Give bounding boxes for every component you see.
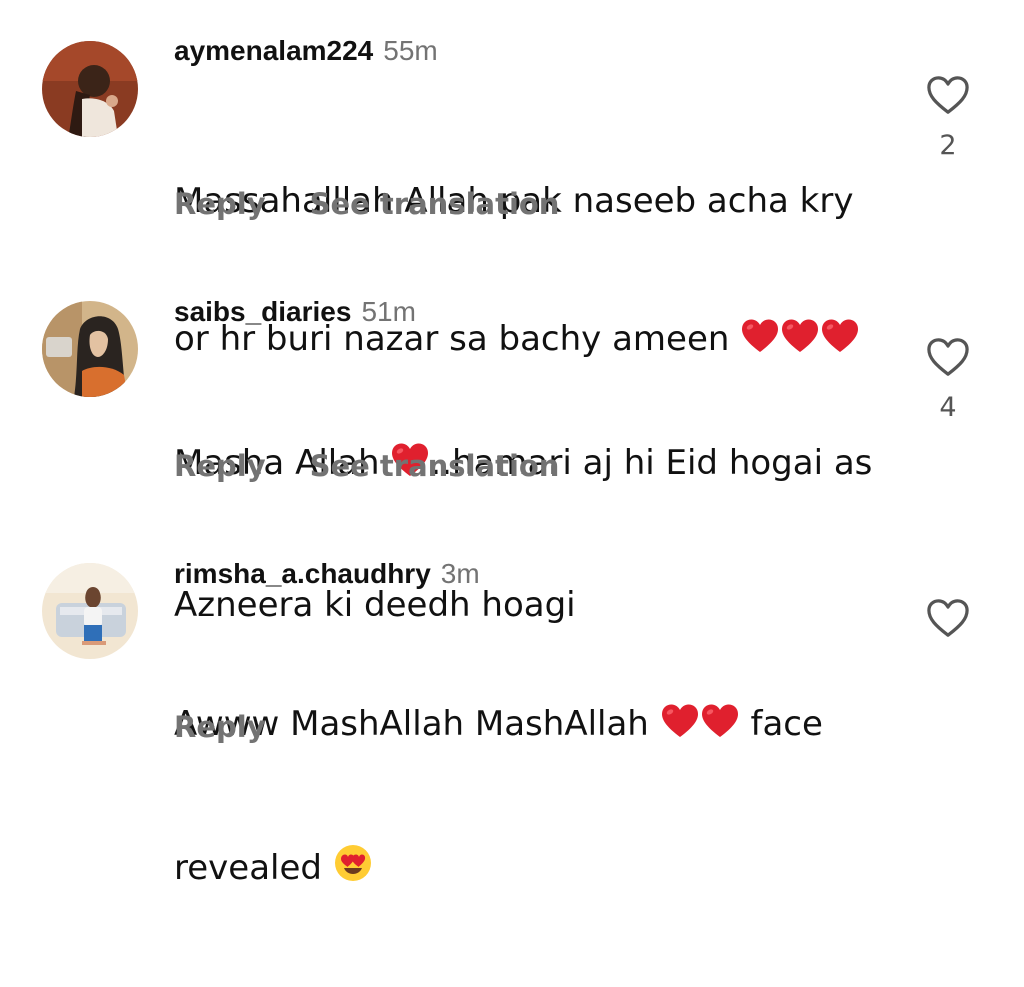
like-area — [922, 597, 974, 639]
reply-button[interactable]: Reply — [174, 187, 266, 221]
like-count: 2 — [939, 130, 957, 161]
avatar[interactable] — [42, 41, 138, 137]
avatar[interactable] — [42, 563, 138, 659]
heart-eyes-emoji — [333, 843, 373, 895]
comment-text: Awww MashAllah MashAllah face revealed — [174, 609, 894, 987]
heart-outline-icon[interactable] — [925, 597, 971, 639]
see-translation-button[interactable]: See translation — [310, 187, 560, 221]
comment-timestamp: 3m — [440, 558, 480, 589]
avatar-image — [42, 41, 138, 137]
see-translation-button[interactable]: See translation — [310, 449, 560, 483]
avatar[interactable] — [42, 301, 138, 397]
reply-button[interactable]: Reply — [174, 449, 266, 483]
comment-username[interactable]: rimsha_a.chaudhry — [174, 558, 431, 590]
like-count: 4 — [939, 392, 957, 423]
avatar-image — [42, 301, 138, 397]
like-area: 4 — [922, 336, 974, 423]
heart-outline-icon[interactable] — [925, 74, 971, 116]
comment-text-line: Awww MashAllah MashAllah face — [174, 701, 894, 751]
red-heart-emoji — [700, 703, 740, 751]
heart-outline-icon[interactable] — [925, 336, 971, 378]
comment-text-fragment: face — [739, 704, 823, 744]
red-heart-emoji — [660, 703, 700, 751]
avatar-image — [42, 563, 138, 659]
comment-timestamp: 55m — [383, 35, 438, 66]
comment-username[interactable]: saibs_diaries — [174, 296, 351, 328]
comment-text-fragment: revealed — [174, 848, 333, 888]
like-area: 2 — [922, 74, 974, 161]
comment-timestamp: 51m — [361, 296, 416, 327]
comment-username[interactable]: aymenalam224 — [174, 35, 373, 67]
reply-button[interactable]: Reply — [174, 710, 266, 744]
comment-text-line: revealed — [174, 843, 894, 895]
